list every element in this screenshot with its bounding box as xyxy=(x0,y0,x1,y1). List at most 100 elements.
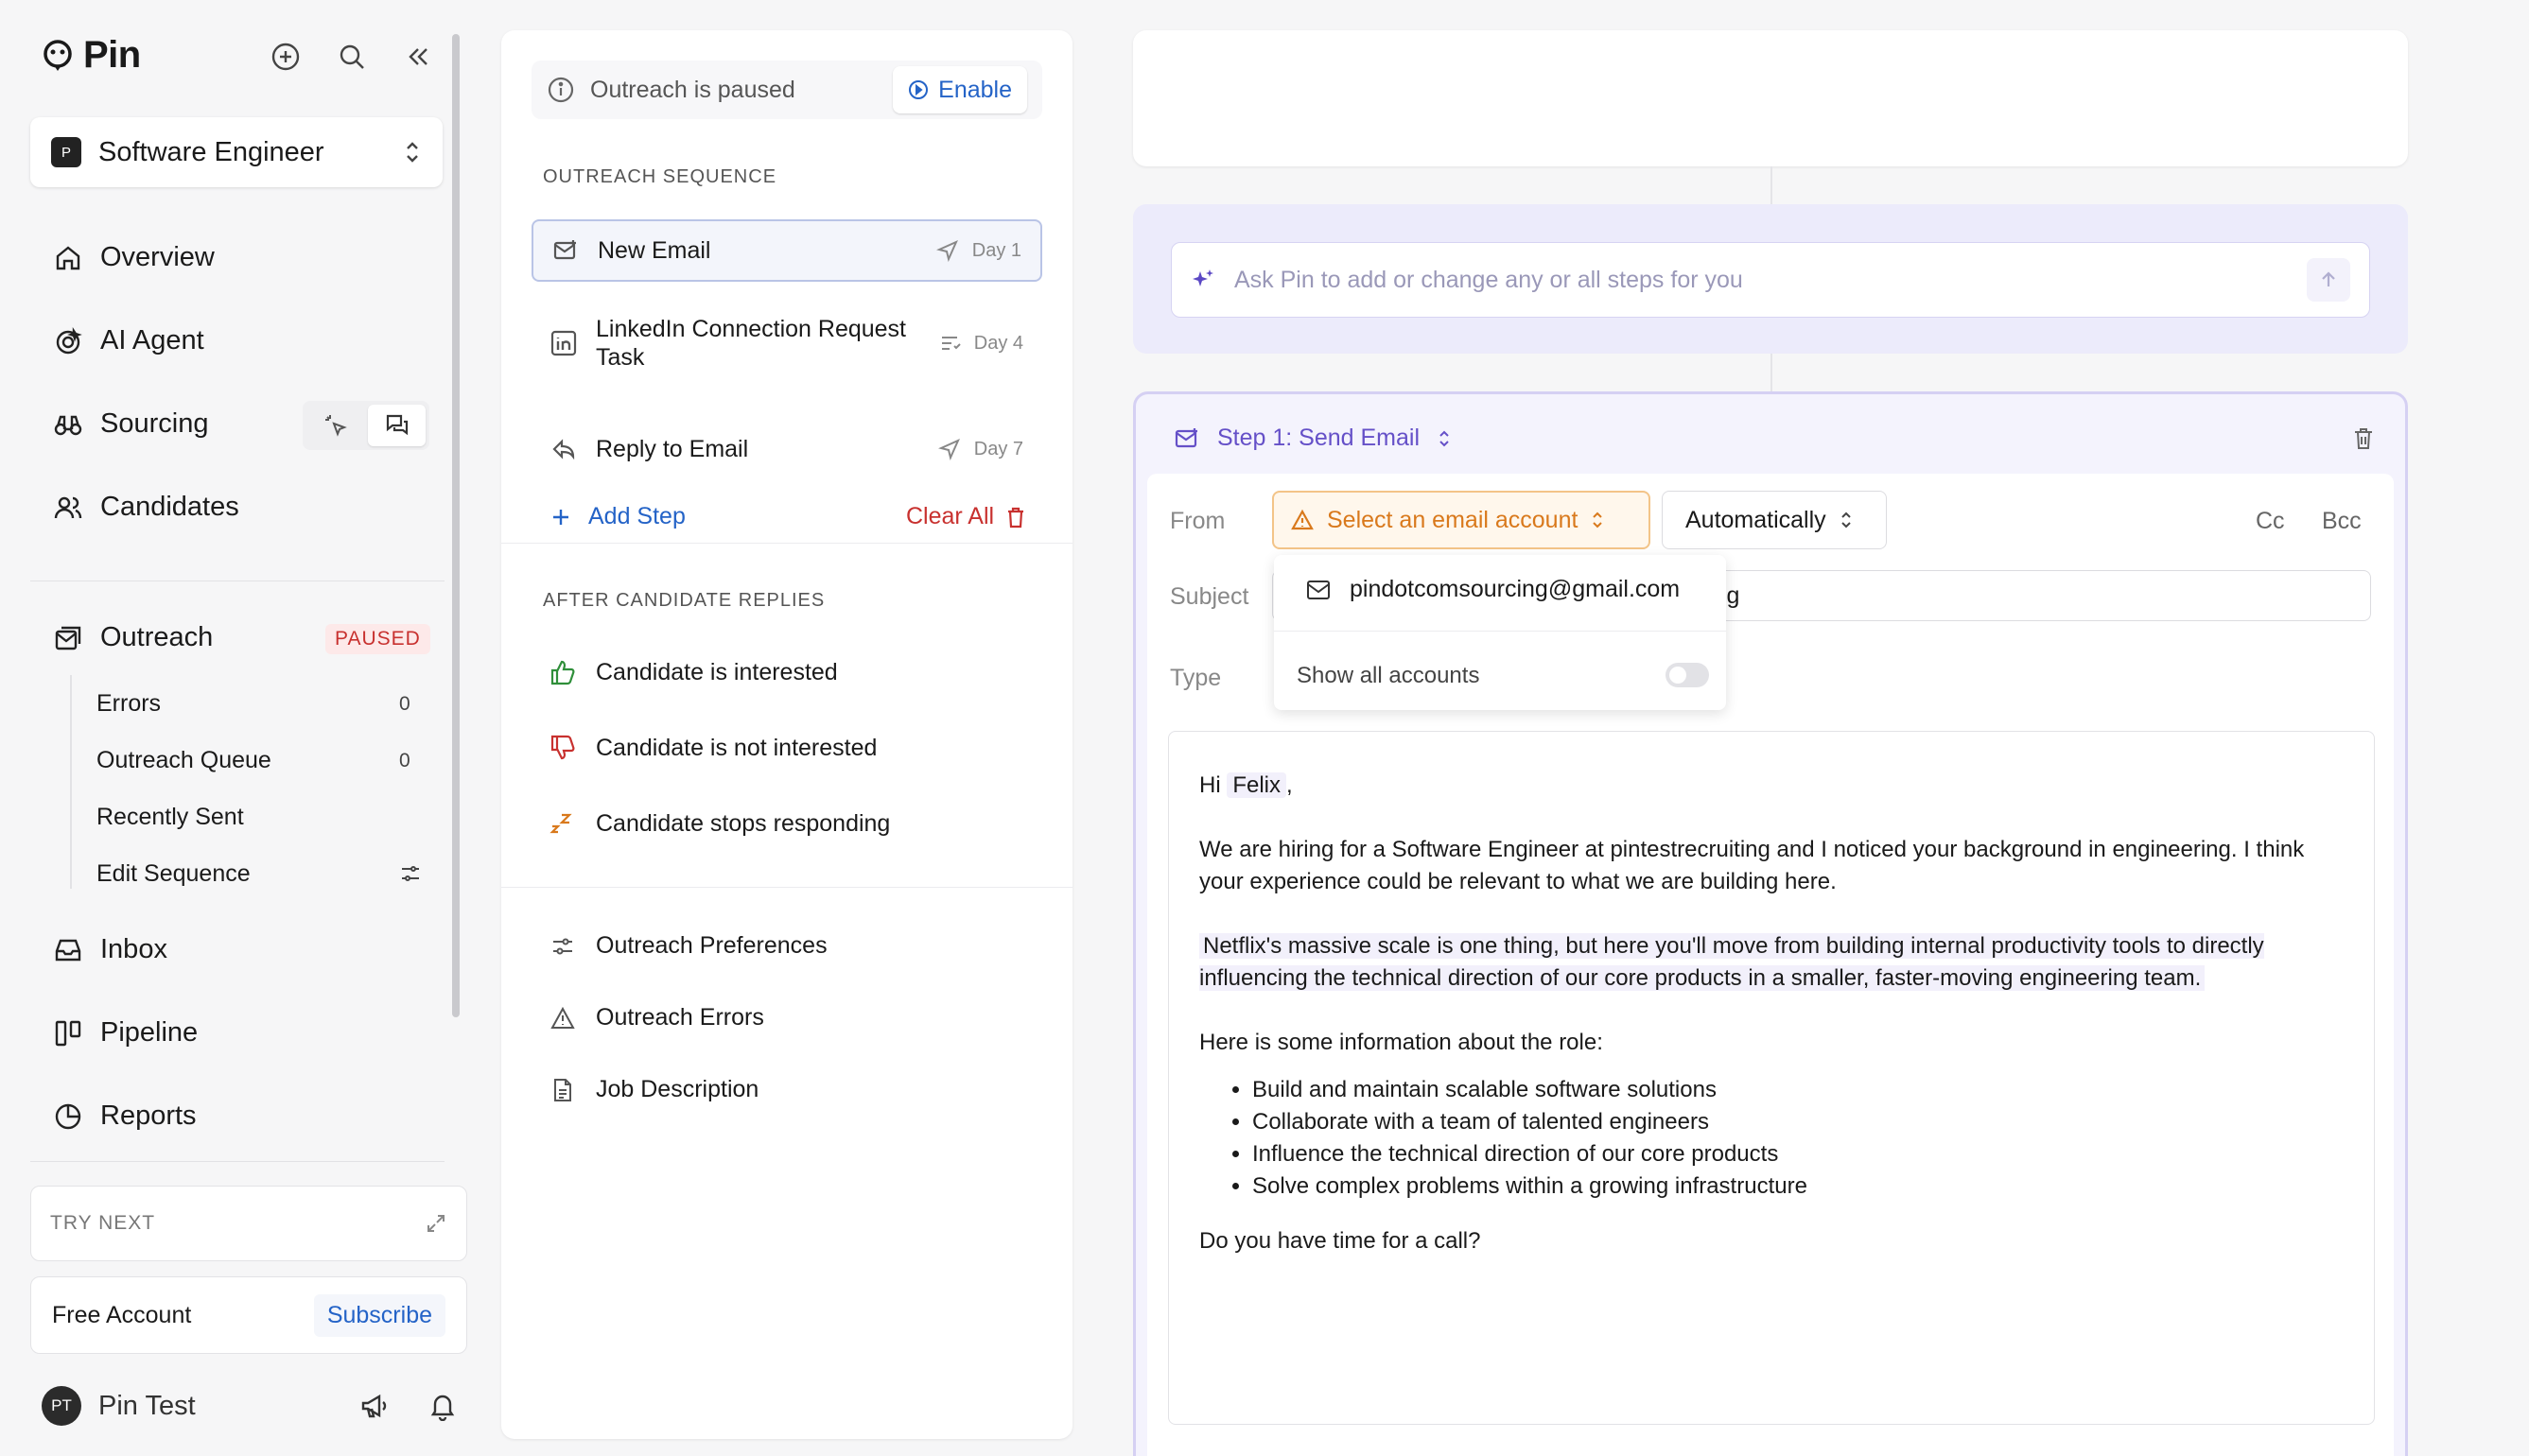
ai-prompt-placeholder: Ask Pin to add or change any or all step… xyxy=(1234,266,1743,293)
list-item: Build and maintain scalable software sol… xyxy=(1252,1074,2344,1106)
bcc-button[interactable]: Bcc xyxy=(2322,508,2362,535)
home-icon xyxy=(56,245,80,269)
nav-sourcing[interactable]: Sourcing xyxy=(53,408,208,440)
add-circle-icon[interactable] xyxy=(269,40,303,74)
nav-pipeline[interactable]: Pipeline xyxy=(53,1017,198,1049)
email-account-option-label: pindotcomsourcing@gmail.com xyxy=(1350,576,1681,602)
nav-candidates[interactable]: Candidates xyxy=(53,492,239,523)
email-personalized-paragraph: Netflix's massive scale is one thing, bu… xyxy=(1199,930,2344,995)
link-label: Outreach Errors xyxy=(596,1004,764,1031)
reply-branch-interested[interactable]: Candidate is interested xyxy=(549,658,838,686)
users-icon xyxy=(54,496,82,518)
reply-branch-stops-responding[interactable]: Candidate stops responding xyxy=(549,809,890,838)
nav-candidates-label: Candidates xyxy=(100,492,239,522)
step-label: Reply to Email xyxy=(596,436,749,462)
email-greeting: Hi Felix, xyxy=(1199,770,2344,802)
job-selector[interactable]: P Software Engineer xyxy=(30,117,443,187)
app-logo[interactable]: Pin xyxy=(42,34,141,77)
chevron-up-down-icon xyxy=(1439,430,1449,446)
mail-icon xyxy=(1307,580,1330,599)
link-outreach-preferences[interactable]: Outreach Preferences xyxy=(550,932,828,960)
ai-send-button[interactable] xyxy=(2307,258,2350,302)
queue-count: 0 xyxy=(399,750,410,771)
sidebar-item-recently-sent[interactable]: Recently Sent xyxy=(96,804,244,831)
step-editor-body: From Select an email account Automatical… xyxy=(1147,474,2394,1456)
avatar[interactable]: PT xyxy=(42,1386,81,1426)
plan-label: Free Account xyxy=(52,1301,192,1328)
nav-ai-agent[interactable]: AI Agent xyxy=(53,325,204,356)
connector-line xyxy=(1770,166,1772,204)
sidebar-scrollbar[interactable] xyxy=(452,34,460,1017)
ai-assistant-panel: Ask Pin to add or change any or all step… xyxy=(1133,204,2408,354)
outreach-status-badge: PAUSED xyxy=(325,624,430,654)
from-label: From xyxy=(1170,508,1226,534)
nav-overview-label: Overview xyxy=(100,242,215,272)
step-title: Step 1: Send Email xyxy=(1217,425,1421,451)
ai-prompt-input[interactable]: Ask Pin to add or change any or all step… xyxy=(1171,242,2370,318)
step-day: Day 4 xyxy=(938,332,1023,355)
nav-overview[interactable]: Overview xyxy=(53,242,215,273)
list-item: Solve complex problems within a growing … xyxy=(1252,1170,2344,1203)
email-account-select[interactable]: Select an email account xyxy=(1272,491,1650,549)
link-label: Job Description xyxy=(596,1076,759,1102)
clear-all-button[interactable]: Clear All xyxy=(906,503,1026,530)
nav-inbox-label: Inbox xyxy=(100,934,167,964)
ai-agent-icon xyxy=(56,326,82,354)
nav-sourcing-label: Sourcing xyxy=(100,408,209,439)
step-title-dropdown[interactable]: Step 1: Send Email xyxy=(1174,425,1452,452)
sequence-step-linkedin[interactable]: LinkedIn Connection Request Task Day 4 xyxy=(532,303,1042,384)
arrow-up-icon xyxy=(2322,271,2335,286)
sidebar-divider-bottom xyxy=(30,1161,445,1162)
trash-icon xyxy=(1008,507,1024,528)
collapse-sidebar-icon[interactable] xyxy=(401,40,435,74)
mail-icon xyxy=(1175,427,1197,447)
sourcing-auto-toggle[interactable] xyxy=(306,405,364,446)
user-name[interactable]: Pin Test xyxy=(98,1391,359,1422)
warning-icon xyxy=(550,1006,575,1029)
nav-pipeline-label: Pipeline xyxy=(100,1017,199,1048)
email-account-option[interactable]: pindotcomsourcing@gmail.com xyxy=(1306,576,1680,603)
try-next-panel[interactable]: TRY NEXT xyxy=(30,1186,467,1261)
email-body-editor[interactable]: Hi Felix, We are hiring for a Software E… xyxy=(1168,731,2375,1425)
delete-step-icon[interactable] xyxy=(2352,426,2375,451)
sidebar-item-edit-sequence[interactable]: Edit Sequence xyxy=(96,860,251,888)
email-paragraph: Here is some information about the role: xyxy=(1199,1030,1603,1055)
outreach-paused-bar: Outreach is paused Enable xyxy=(532,61,1042,119)
sequence-step-new-email[interactable]: New Email Day 1 xyxy=(532,219,1042,282)
enable-outreach-button[interactable]: Enable xyxy=(893,66,1027,113)
nav-outreach-label: Outreach xyxy=(100,622,214,652)
add-step-button[interactable]: Add Step xyxy=(550,503,686,530)
chevron-up-down-icon xyxy=(1593,511,1603,529)
first-name-variable[interactable]: Felix xyxy=(1227,772,1287,798)
email-account-select-label: Select an email account xyxy=(1327,506,1578,533)
link-outreach-errors[interactable]: Outreach Errors xyxy=(550,1004,764,1031)
list-item: Collaborate with a team of talented engi… xyxy=(1252,1106,2344,1138)
nav-reports[interactable]: Reports xyxy=(53,1101,197,1132)
binoculars-icon xyxy=(54,415,82,435)
sequence-step-reply[interactable]: Reply to Email Day 7 xyxy=(532,418,1042,480)
ai-personalized-text[interactable]: Netflix's massive scale is one thing, bu… xyxy=(1199,933,2264,991)
sourcing-chat-toggle[interactable] xyxy=(368,405,426,446)
bell-icon[interactable] xyxy=(427,1391,458,1421)
link-job-description[interactable]: Job Description xyxy=(550,1076,759,1103)
search-icon[interactable] xyxy=(335,40,369,74)
nav-inbox[interactable]: Inbox xyxy=(53,934,167,965)
nav-outreach[interactable]: Outreach xyxy=(53,622,213,653)
list-item: Influence the technical direction of our… xyxy=(1252,1138,2344,1170)
subscribe-button[interactable]: Subscribe xyxy=(313,1293,445,1337)
show-all-accounts-toggle[interactable] xyxy=(1666,663,1709,687)
schedule-select[interactable]: Automatically xyxy=(1662,491,1887,549)
nav-ai-agent-label: AI Agent xyxy=(100,325,204,355)
sliders-icon xyxy=(553,938,572,954)
megaphone-icon[interactable] xyxy=(359,1391,390,1421)
sidebar-item-outreach-queue[interactable]: Outreach Queue xyxy=(96,747,271,774)
errors-count: 0 xyxy=(399,693,410,715)
sidebar-item-errors[interactable]: Errors xyxy=(96,690,161,718)
sidebar: Pin P Software Engineer Overview AI Agen… xyxy=(0,0,469,1456)
reply-branch-not-interested[interactable]: Candidate is not interested xyxy=(549,734,877,762)
reply-icon xyxy=(552,439,575,460)
step-day-label: Day 1 xyxy=(971,239,1021,261)
enable-label: Enable xyxy=(938,76,1012,103)
cc-button[interactable]: Cc xyxy=(2256,508,2285,535)
email-paragraph: We are hiring for a Software Engineer at… xyxy=(1199,837,2305,894)
